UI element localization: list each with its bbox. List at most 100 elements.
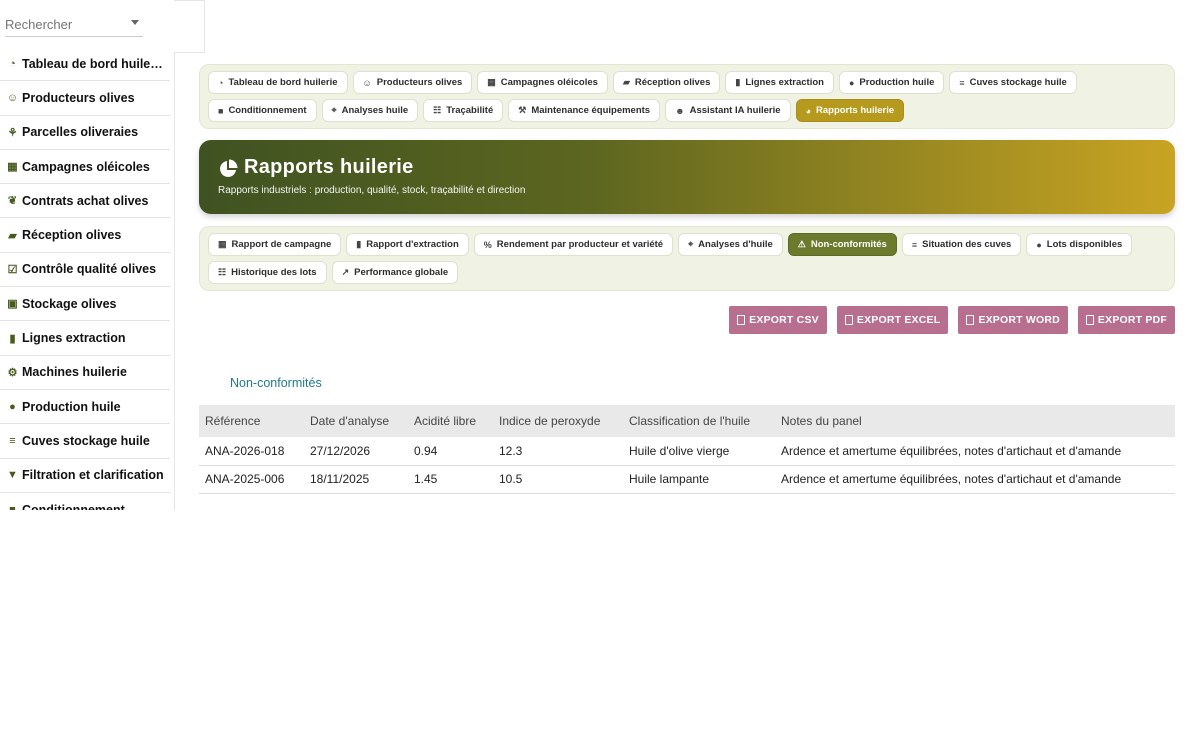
sidebar-item[interactable]: ❦ Contrats achat olives: [0, 184, 170, 219]
report-tab-button[interactable]: ▮ Rapport d'extraction: [346, 233, 469, 256]
sidebar-item[interactable]: ⚙ Machines huilerie: [0, 356, 170, 390]
sidebar-item[interactable]: ⚘ Parcelles oliveraies: [0, 116, 170, 150]
nav-button[interactable]: ⚒ Maintenance équipements: [508, 99, 661, 122]
sidebar-item-label: Filtration et clarification: [22, 468, 164, 483]
table-row[interactable]: ANA-2026-018 27/12/2026 0.94 12.3 Huile d'ol…: [199, 437, 1175, 466]
report-tab-button[interactable]: ⚠ Non-conformités: [787, 233, 897, 256]
export-button[interactable]: EXPORT EXCEL: [836, 306, 949, 334]
section-title: Non-conformités: [230, 376, 322, 390]
report-tab-button[interactable]: ⌖ Analyses d'huile: [678, 233, 783, 256]
sidebar-item[interactable]: ≡ Cuves stockage huile: [0, 424, 170, 459]
report-tab-button[interactable]: % Rendement par producteur et variété: [473, 233, 674, 256]
nav-button[interactable]: ■ Conditionnement: [208, 99, 317, 122]
export-button-label: EXPORT CSV: [749, 314, 819, 326]
sidebar-item[interactable]: ▦ Campagnes oléicoles: [0, 150, 170, 185]
nav-button[interactable]: ◕ Rapports huilerie: [795, 99, 905, 122]
table-cell: 0.94: [408, 437, 493, 466]
export-toolbar: EXPORT CSV EXPORT EXCEL EXPORT WORD EXPORT …: [729, 306, 1175, 334]
nav-button[interactable]: ☺ Producteurs olives: [352, 71, 473, 94]
export-button[interactable]: EXPORT CSV: [729, 306, 827, 334]
nav-label: Traçabilité: [446, 105, 494, 116]
export-button[interactable]: EXPORT PDF: [1077, 306, 1175, 334]
export-button-label: EXPORT WORD: [978, 314, 1060, 326]
table-header-cell[interactable]: Notes du panel: [775, 405, 1175, 437]
sitemap-icon: ☷: [218, 267, 227, 277]
microscope-icon: ⌖: [688, 239, 694, 249]
sidebar-item[interactable]: ▰ Réception olives: [0, 218, 170, 253]
report-tab-label: Analyses d'huile: [698, 239, 773, 250]
search-field[interactable]: [5, 13, 143, 37]
warning-icon: ⚠: [797, 239, 806, 249]
sidebar-item[interactable]: ☑ Contrôle qualité olives: [0, 253, 170, 288]
report-tab-button[interactable]: ↗ Performance globale: [331, 261, 459, 284]
report-tab-label: Situation des cuves: [922, 239, 1012, 250]
sidebar-item[interactable]: ▣ Stockage olives: [0, 287, 170, 322]
table-cell: 10.5: [493, 465, 623, 494]
chevron-down-icon[interactable]: [131, 20, 139, 25]
report-nav: ▦ Rapport de campagne ▮ Rapport d'extractio…: [199, 226, 1175, 291]
nav-button[interactable]: ☻ Assistant IA huilerie: [665, 99, 791, 122]
report-tab-button[interactable]: ≡ Situation des cuves: [901, 233, 1022, 256]
table-header-cell[interactable]: Classification de l'huile: [623, 405, 775, 437]
nav-button[interactable]: ◔ Tableau de bord huilerie: [208, 71, 348, 94]
nav-button[interactable]: ● Production huile: [838, 71, 945, 94]
file-icon: [844, 315, 853, 325]
table-cell: 27/12/2026: [304, 437, 408, 466]
nav-button[interactable]: ☷ Traçabilité: [423, 99, 504, 122]
nav-button[interactable]: ▮ Lignes extraction: [725, 71, 834, 94]
drop-icon: ●: [9, 400, 16, 413]
sitemap-icon: ☷: [433, 105, 442, 115]
sidebar-item[interactable]: ■ Conditionnement: [0, 493, 170, 511]
boxes-icon: ▣: [7, 298, 18, 311]
table-header-cell[interactable]: Indice de peroxyde: [493, 405, 623, 437]
sidebar-item[interactable]: ▮ Lignes extraction: [0, 321, 170, 356]
table-header-cell[interactable]: Date d'analyse: [304, 405, 408, 437]
truck-icon: ▰: [8, 229, 17, 242]
nav-label: Production huile: [859, 77, 935, 88]
sidebar: ◔ Tableau de bord huilerie ☺Producteurs ol…: [0, 0, 175, 510]
calendar-icon: ▦: [487, 77, 496, 87]
box-icon: ■: [9, 503, 16, 511]
report-tab-button[interactable]: ▦ Rapport de campagne: [208, 233, 342, 256]
sidebar-item-label: Stockage olives: [22, 296, 117, 311]
table-header-cell[interactable]: Acidité libre: [408, 405, 493, 437]
report-tab-label: Performance globale: [354, 267, 449, 278]
report-tab-button[interactable]: ● Lots disponibles: [1026, 233, 1133, 256]
filter-icon: ▼: [7, 469, 18, 482]
sidebar-item[interactable]: ● Production huile: [0, 390, 170, 425]
sidebar-item-label: Cuves stockage huile: [22, 433, 150, 448]
chart-pie-icon: ◕: [805, 105, 811, 116]
nav-label: Cuves stockage huile: [969, 77, 1067, 88]
drop-icon: ●: [1036, 239, 1042, 250]
sidebar-item-label: Conditionnement: [22, 502, 125, 511]
table-row[interactable]: ANA-2025-006 18/11/2025 1.45 10.5 Huile lamp…: [199, 465, 1175, 494]
industry-icon: ▮: [9, 332, 16, 345]
sidebar-item[interactable]: ▼ Filtration et clarification: [0, 459, 170, 493]
dashboard-icon: ◔: [218, 77, 224, 88]
calendar-icon: ▦: [7, 161, 18, 174]
page-subtitle: Rapports industriels : production, quali…: [218, 185, 526, 196]
table-header-cell[interactable]: Référence: [199, 405, 304, 437]
report-tab-button[interactable]: ☷ Historique des lots: [208, 261, 327, 284]
search-input[interactable]: [5, 13, 125, 35]
nav-label: Rapports huilerie: [816, 105, 895, 116]
table-cell: Huile lampante: [623, 465, 775, 494]
sidebar-item-label: Lignes extraction: [22, 331, 126, 346]
sidebar-item-label: Contrôle qualité olives: [22, 262, 157, 277]
users-icon: ☺: [362, 77, 372, 88]
nav-label: Conditionnement: [228, 105, 307, 116]
table-cell: 12.3: [493, 437, 623, 466]
nav-button[interactable]: ⌖ Analyses huile: [321, 99, 419, 122]
nav-label: Producteurs olives: [376, 77, 463, 88]
box-icon: ■: [218, 105, 224, 116]
nav-button[interactable]: ▦ Campagnes oléicoles: [477, 71, 608, 94]
nav-button[interactable]: ▰ Réception olives: [612, 71, 721, 94]
export-button[interactable]: EXPORT WORD: [958, 306, 1068, 334]
sidebar-item[interactable]: ☺ Producteurs olives: [0, 81, 170, 116]
file-icon: [737, 315, 746, 325]
nav-label: Maintenance équipements: [531, 105, 651, 116]
report-tab-label: Rendement par producteur et variété: [496, 239, 664, 250]
sidebar-item[interactable]: ◔ Tableau de bord huilerie: [0, 47, 170, 82]
nav-button[interactable]: ≡ Cuves stockage huile: [949, 71, 1077, 94]
export-button-label: EXPORT PDF: [1097, 314, 1167, 326]
